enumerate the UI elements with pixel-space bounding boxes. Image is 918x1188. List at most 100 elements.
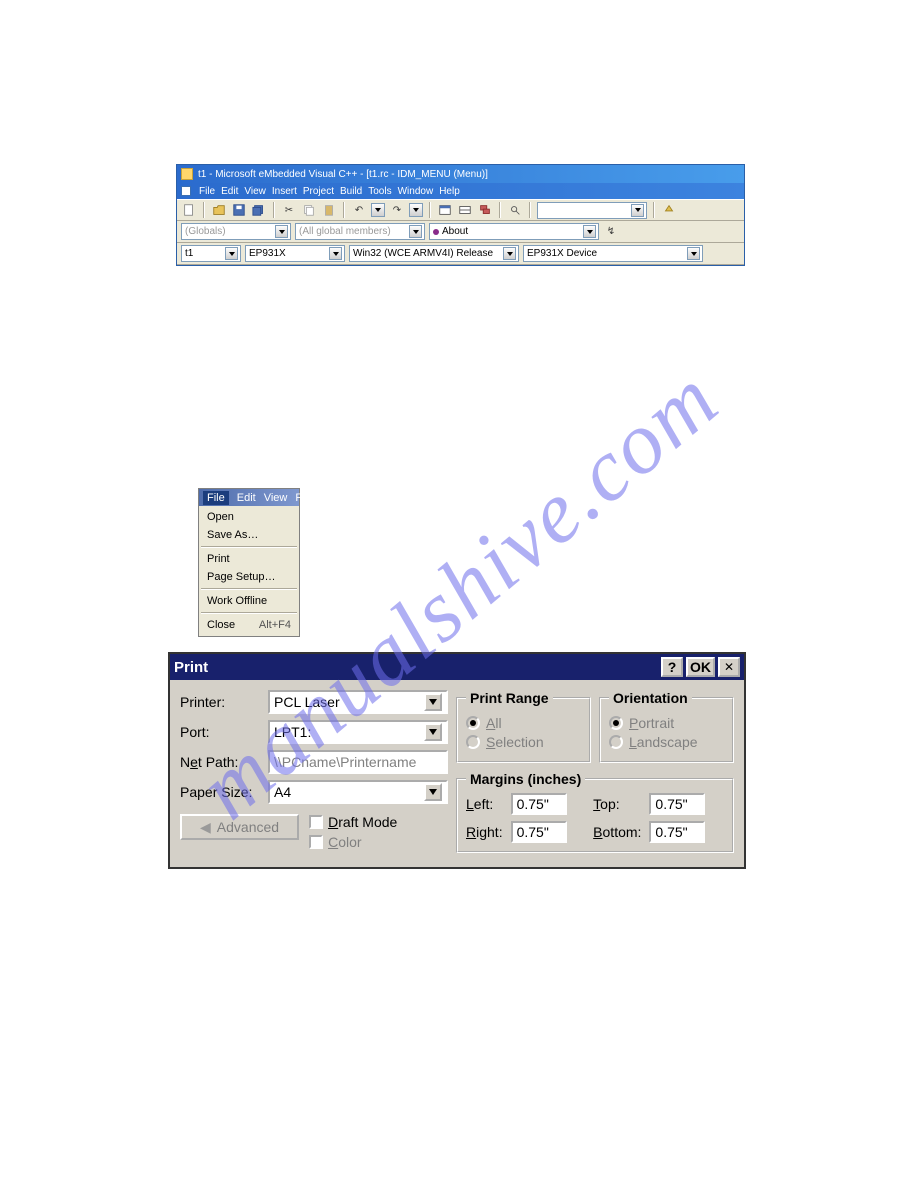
printer-label: Printer: bbox=[180, 694, 262, 710]
separator bbox=[273, 202, 275, 218]
print-body: Printer: PCL Laser Port: LPT1: Net Path:… bbox=[170, 680, 744, 867]
menu-tools[interactable]: Tools bbox=[368, 186, 391, 197]
new-file-icon[interactable] bbox=[181, 202, 197, 218]
menu-help[interactable]: Help bbox=[439, 186, 460, 197]
portrait-radio[interactable] bbox=[609, 716, 623, 730]
color-checkbox[interactable] bbox=[309, 835, 323, 849]
menu-item-open[interactable]: Open bbox=[199, 508, 299, 526]
net-path-row: Net Path: \\PCname\Printername bbox=[180, 750, 448, 774]
paper-size-combo[interactable]: A4 bbox=[268, 780, 448, 804]
menu-item-print[interactable]: Print bbox=[199, 550, 299, 568]
margins-group: Margins (inches) Left: 0.75" Top: 0.75" … bbox=[456, 771, 734, 853]
ide-titlebar: t1 - Microsoft eMbedded Visual C++ - [t1… bbox=[177, 165, 744, 183]
orientation-group: Orientation Portrait Landscape bbox=[599, 690, 734, 763]
separator bbox=[203, 202, 205, 218]
left-input[interactable]: 0.75" bbox=[511, 793, 567, 815]
landscape-radio[interactable] bbox=[609, 735, 623, 749]
menu-edit[interactable]: Edit bbox=[237, 492, 256, 504]
print-titlebar: Print ? OK bbox=[170, 654, 744, 680]
all-radio[interactable] bbox=[466, 716, 480, 730]
menu-item-work-offline[interactable]: Work Offline bbox=[199, 592, 299, 610]
color-label: Color bbox=[328, 834, 361, 850]
menu-item-page-setup[interactable]: Page Setup… bbox=[199, 568, 299, 586]
printer-row: Printer: PCL Laser bbox=[180, 690, 448, 714]
bottom-label: Bottom: bbox=[593, 824, 641, 840]
find-combo[interactable] bbox=[537, 202, 647, 219]
save-all-icon[interactable] bbox=[251, 202, 267, 218]
all-radio-row: All bbox=[466, 715, 581, 731]
about-combo[interactable]: About bbox=[429, 223, 599, 240]
platform-value: EP931X bbox=[249, 248, 286, 259]
help-button[interactable]: ? bbox=[661, 657, 683, 677]
menu-item-close[interactable]: Close Alt+F4 bbox=[199, 616, 299, 634]
ok-button[interactable]: OK bbox=[686, 657, 715, 677]
windows-list-icon[interactable] bbox=[477, 202, 493, 218]
portrait-radio-row: Portrait bbox=[609, 715, 724, 731]
menu-item-save-as[interactable]: Save As… bbox=[199, 526, 299, 544]
ide-window: t1 - Microsoft eMbedded Visual C++ - [t1… bbox=[176, 164, 745, 266]
port-label: Port: bbox=[180, 724, 262, 740]
bottom-input[interactable]: 0.75" bbox=[649, 821, 705, 843]
print-right-column: Print Range All Selection Orientation Po… bbox=[456, 690, 734, 853]
menu-project[interactable]: Project bbox=[303, 186, 334, 197]
top-input[interactable]: 0.75" bbox=[649, 793, 705, 815]
redo-icon[interactable]: ↷ bbox=[389, 202, 405, 218]
selection-radio[interactable] bbox=[466, 735, 480, 749]
globals-combo[interactable]: (Globals) bbox=[181, 223, 291, 240]
menu-view[interactable]: View bbox=[264, 492, 288, 504]
goto-icon[interactable]: ↯ bbox=[603, 224, 619, 240]
draft-mode-checkbox[interactable] bbox=[309, 815, 323, 829]
redo-dropdown[interactable] bbox=[409, 203, 423, 217]
copy-icon[interactable] bbox=[301, 202, 317, 218]
paste-icon[interactable] bbox=[321, 202, 337, 218]
document-icon bbox=[181, 186, 191, 196]
paper-size-label: Paper Size: bbox=[180, 784, 262, 800]
members-value: (All global members) bbox=[299, 226, 391, 237]
checkbox-column: Draft Mode Color bbox=[309, 814, 397, 850]
project-combo[interactable]: t1 bbox=[181, 245, 241, 262]
bullet-icon bbox=[433, 229, 439, 235]
right-input[interactable]: 0.75" bbox=[511, 821, 567, 843]
advanced-row: ◀ Advanced Draft Mode Color bbox=[180, 814, 448, 850]
undo-dropdown[interactable] bbox=[371, 203, 385, 217]
print-range-group: Print Range All Selection bbox=[456, 690, 591, 763]
device-combo[interactable]: EP931X Device bbox=[523, 245, 703, 262]
members-combo[interactable]: (All global members) bbox=[295, 223, 425, 240]
menu-edit[interactable]: Edit bbox=[221, 186, 238, 197]
about-value: About bbox=[442, 226, 468, 237]
print-left-column: Printer: PCL Laser Port: LPT1: Net Path:… bbox=[180, 690, 448, 853]
platform-combo[interactable]: EP931X bbox=[245, 245, 345, 262]
undo-icon[interactable]: ↶ bbox=[351, 202, 367, 218]
menu-file[interactable]: File bbox=[199, 186, 215, 197]
search-icon[interactable] bbox=[661, 202, 677, 218]
cut-icon[interactable]: ✂ bbox=[281, 202, 297, 218]
advanced-button[interactable]: ◀ Advanced bbox=[180, 814, 299, 840]
save-icon[interactable] bbox=[231, 202, 247, 218]
config-combo[interactable]: Win32 (WCE ARMV4I) Release bbox=[349, 245, 519, 262]
menu-fav[interactable]: Fav bbox=[295, 492, 313, 504]
find-in-files-icon[interactable] bbox=[507, 202, 523, 218]
menu-build[interactable]: Build bbox=[340, 186, 362, 197]
port-combo[interactable]: LPT1: bbox=[268, 720, 448, 744]
menu-view[interactable]: View bbox=[244, 186, 266, 197]
printer-combo[interactable]: PCL Laser bbox=[268, 690, 448, 714]
menu-separator bbox=[201, 588, 297, 590]
menu-insert[interactable]: Insert bbox=[272, 186, 297, 197]
workspace-icon[interactable] bbox=[437, 202, 453, 218]
menu-window[interactable]: Window bbox=[398, 186, 434, 197]
open-folder-icon[interactable] bbox=[211, 202, 227, 218]
top-label: Top: bbox=[593, 796, 641, 812]
net-path-input[interactable]: \\PCname\Printername bbox=[268, 750, 448, 774]
paper-size-row: Paper Size: A4 bbox=[180, 780, 448, 804]
port-value: LPT1: bbox=[274, 724, 311, 740]
window-title: t1 - Microsoft eMbedded Visual C++ - [t1… bbox=[198, 169, 488, 180]
output-icon[interactable] bbox=[457, 202, 473, 218]
print-range-legend: Print Range bbox=[466, 690, 553, 706]
app-icon bbox=[181, 168, 193, 180]
portrait-label: Portrait bbox=[629, 715, 674, 731]
separator bbox=[653, 202, 655, 218]
close-button[interactable] bbox=[718, 657, 740, 677]
selection-label: Selection bbox=[486, 734, 544, 750]
menu-file[interactable]: File bbox=[203, 491, 229, 505]
menu-separator bbox=[201, 612, 297, 614]
